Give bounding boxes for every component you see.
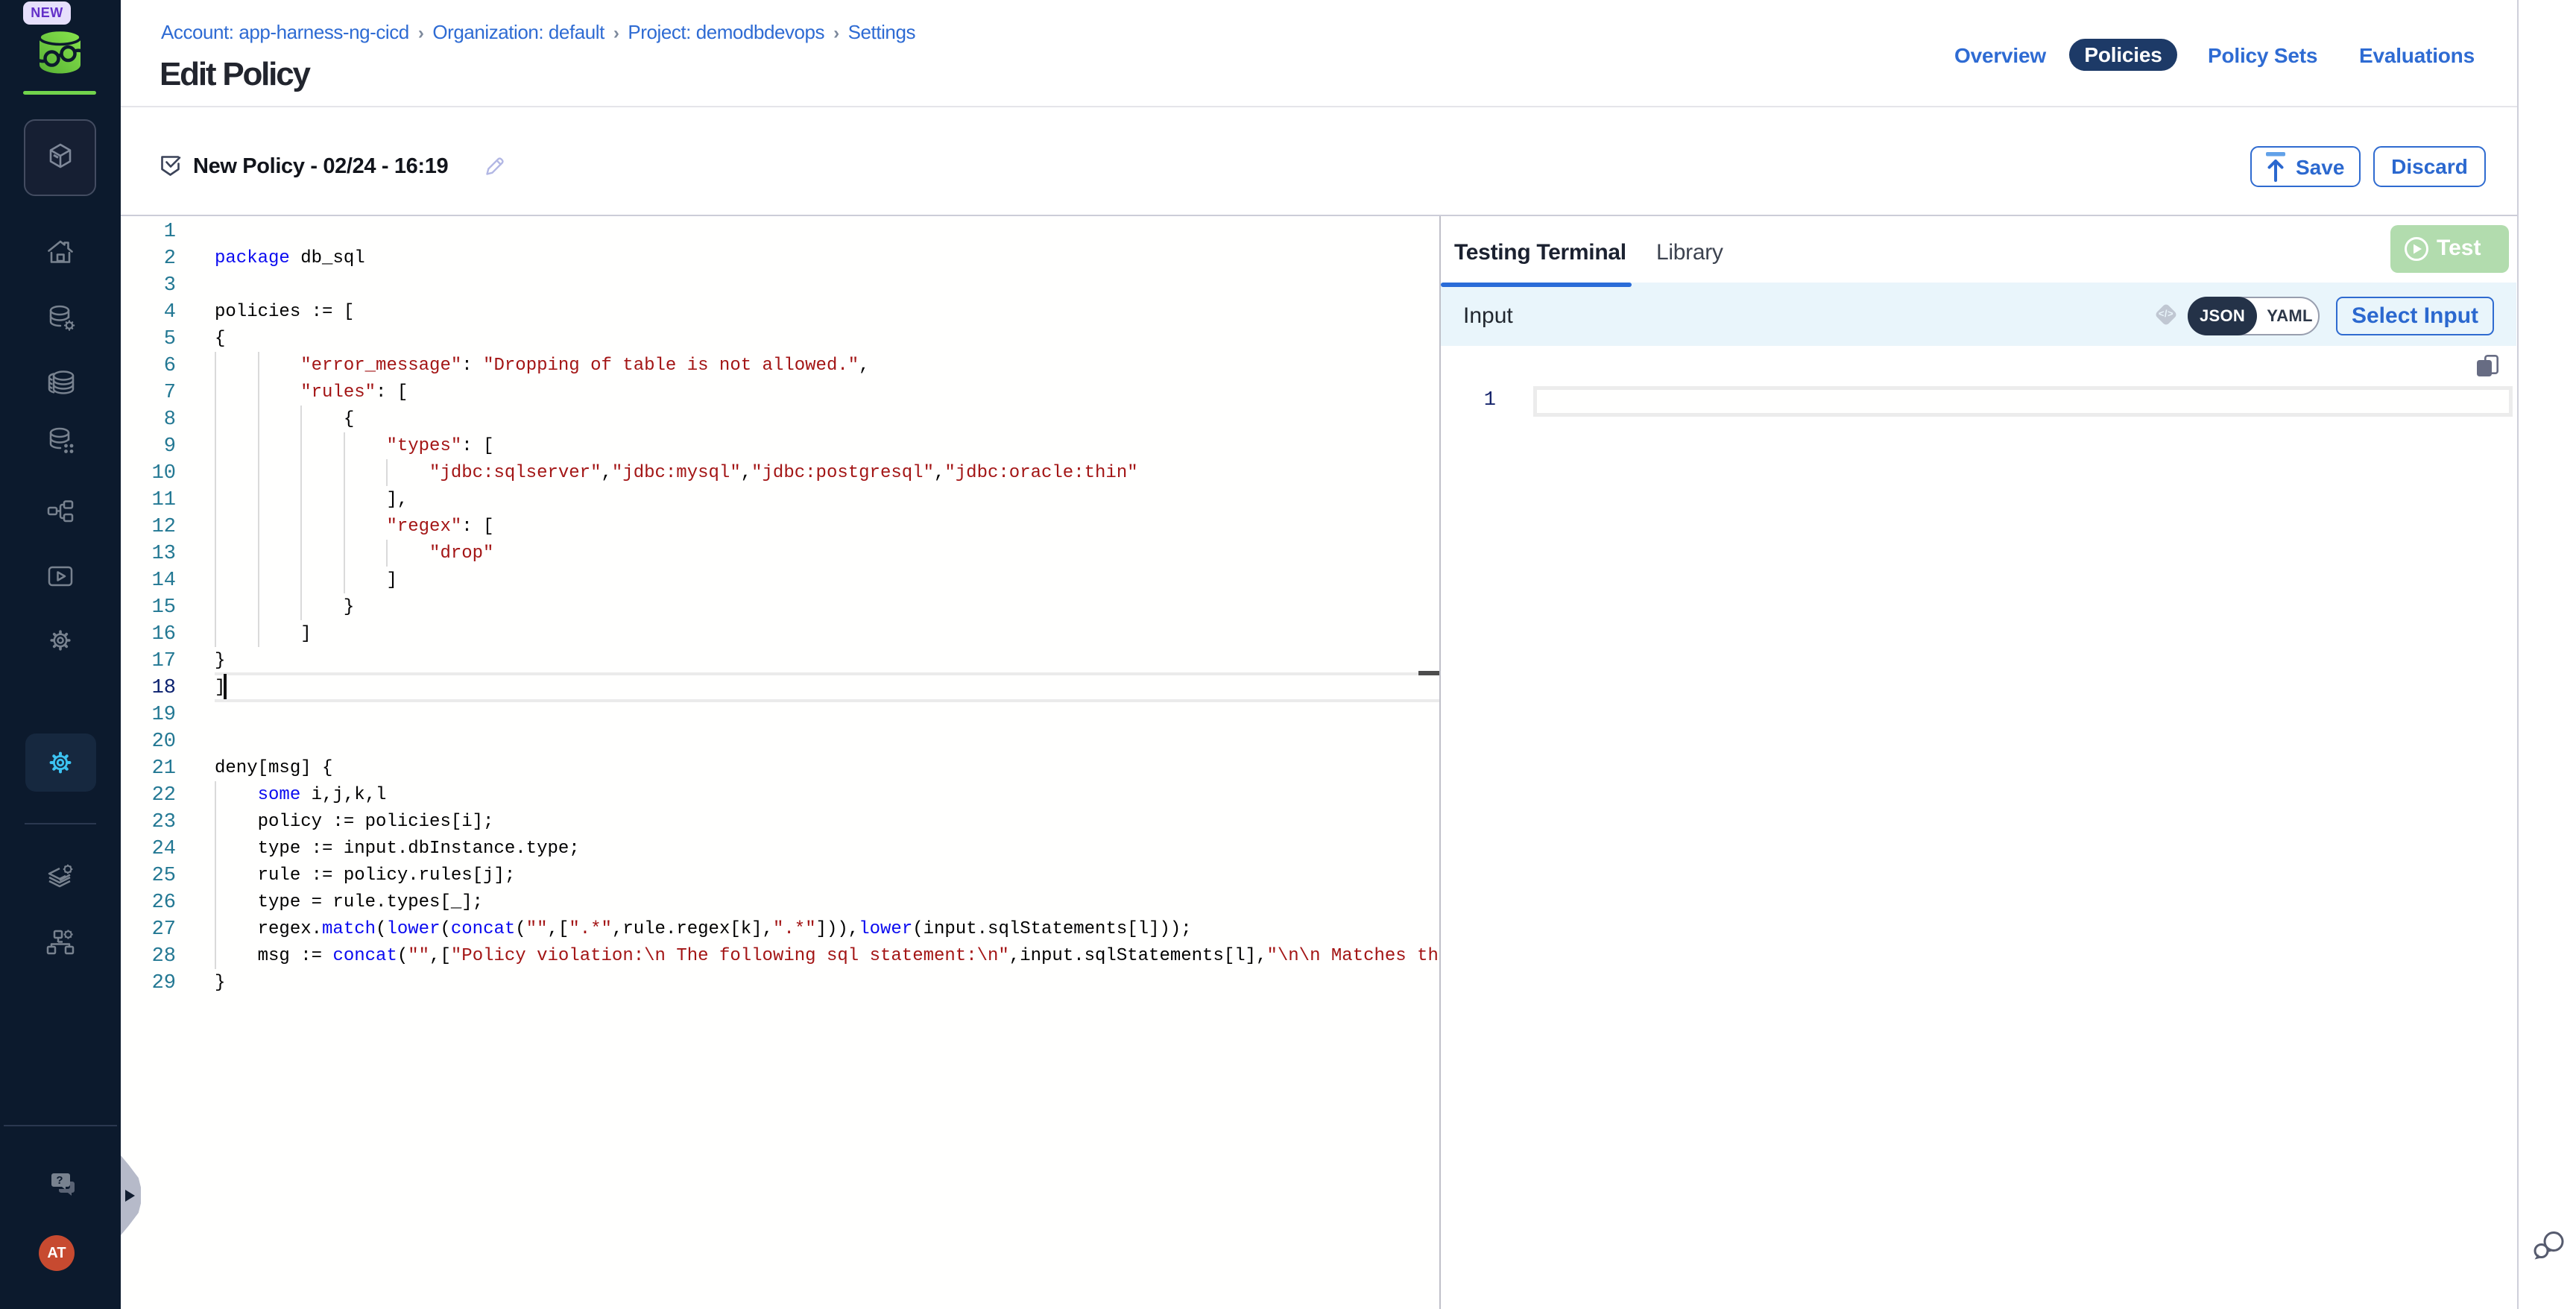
svg-text:?: ? xyxy=(56,1174,63,1187)
